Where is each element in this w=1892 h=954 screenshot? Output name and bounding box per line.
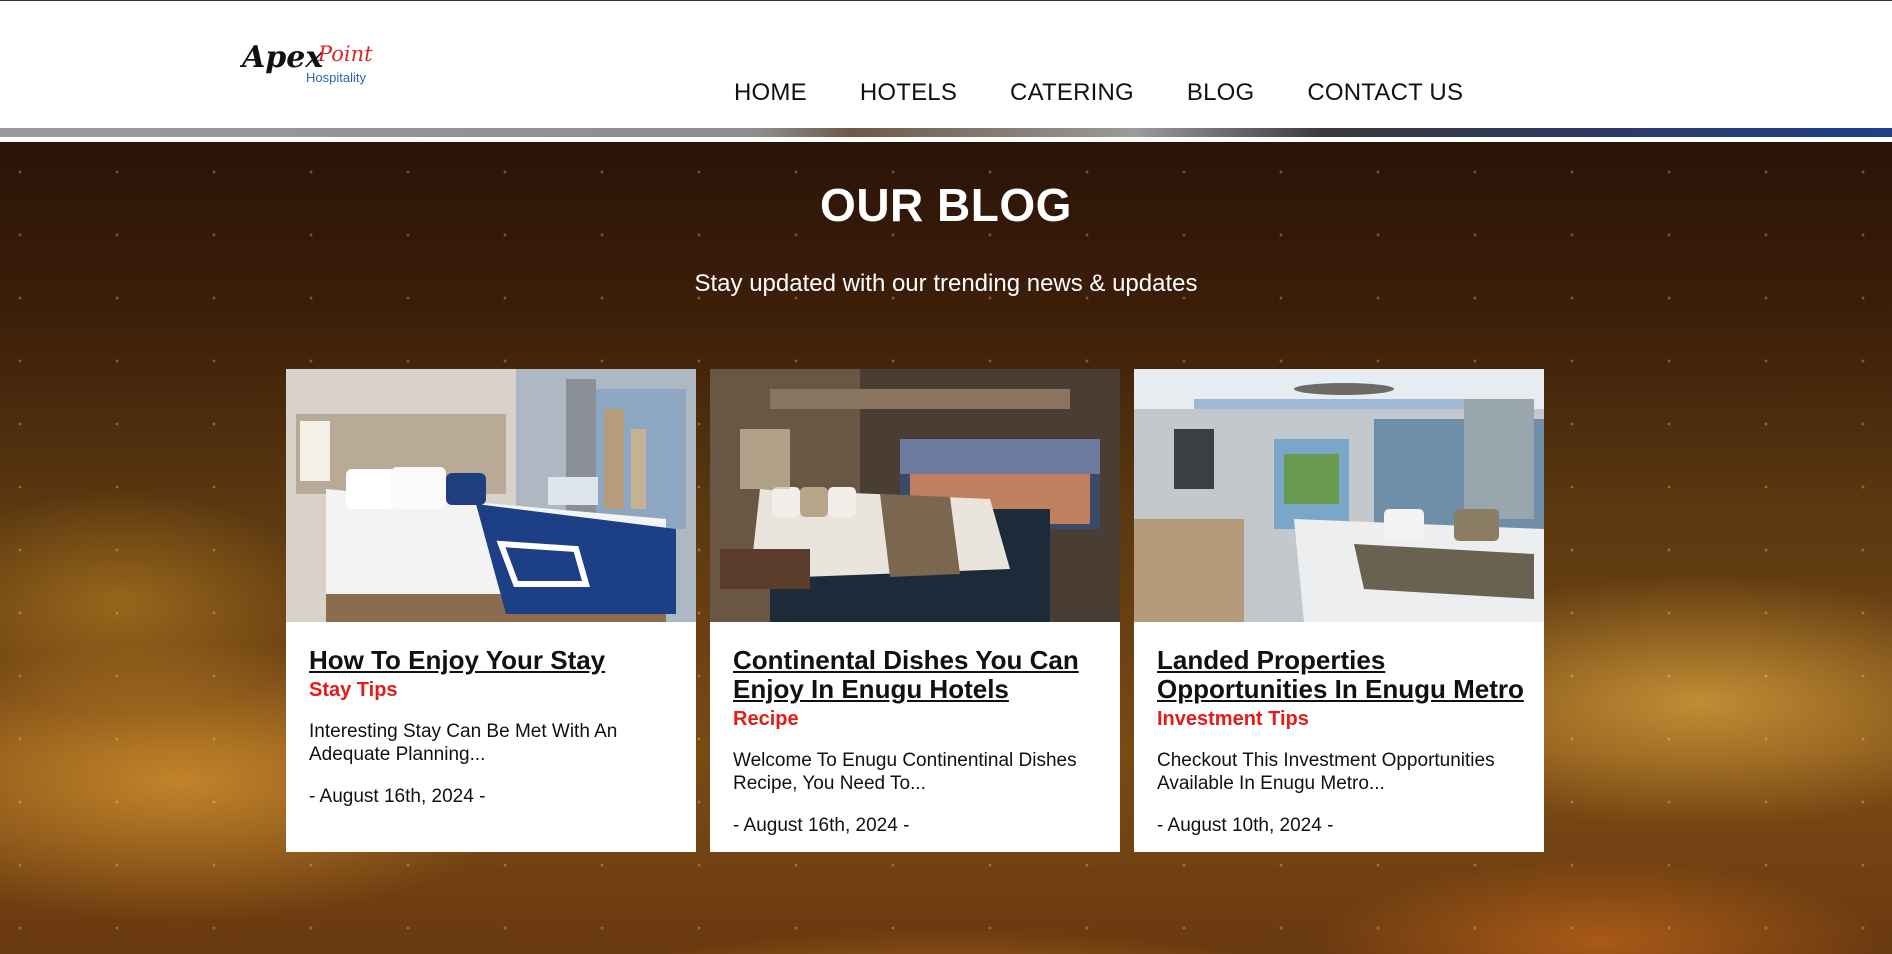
blog-card-excerpt: Interesting Stay Can Be Met With An Adeq… xyxy=(309,721,618,765)
nav-home[interactable]: HOME xyxy=(734,79,807,107)
blog-card-body: How To Enjoy Your Stay Stay Tips Interes… xyxy=(309,646,681,808)
blog-card-excerpt: Checkout This Investment Opportunities A… xyxy=(1157,750,1495,794)
svg-text:Hospitality: Hospitality xyxy=(306,70,366,85)
blog-card-image[interactable] xyxy=(286,369,696,622)
blog-card-body: Continental Dishes You Can Enjoy In Enug… xyxy=(733,646,1105,837)
nav-hotels[interactable]: HOTELS xyxy=(860,79,957,107)
blog-card-title[interactable]: Landed Properties Opportunities In Enugu… xyxy=(1157,646,1529,704)
blog-card-title[interactable]: Continental Dishes You Can Enjoy In Enug… xyxy=(733,646,1105,704)
nav-catering[interactable]: CATERING xyxy=(1010,79,1134,107)
blog-card-title[interactable]: How To Enjoy Your Stay xyxy=(309,646,681,675)
hotel-room-image xyxy=(710,369,1120,622)
svg-text:Point: Point xyxy=(317,42,373,66)
blog-card-body: Landed Properties Opportunities In Enugu… xyxy=(1157,646,1529,837)
hero-image-strip xyxy=(0,128,1892,137)
site-header: Apex Point Hospitality HOME HOTELS CATER… xyxy=(0,0,1892,128)
hotel-room-image xyxy=(1134,369,1544,622)
blog-card-image[interactable] xyxy=(1134,369,1544,622)
main-nav: HOME HOTELS CATERING BLOG CONTACT US xyxy=(734,79,1516,107)
blog-card-category[interactable]: Stay Tips xyxy=(309,679,681,702)
brand-logo[interactable]: Apex Point Hospitality xyxy=(239,35,380,89)
nav-blog[interactable]: BLOG xyxy=(1187,79,1255,107)
blog-card: Landed Properties Opportunities In Enugu… xyxy=(1134,369,1544,852)
nav-contact-us[interactable]: CONTACT US xyxy=(1307,79,1463,107)
blog-card-category[interactable]: Recipe xyxy=(733,708,1105,731)
blog-card-date: - August 10th, 2024 - xyxy=(1157,815,1334,836)
blog-card-excerpt: Welcome To Enugu Continentinal Dishes Re… xyxy=(733,750,1077,794)
blog-card-date: - August 16th, 2024 - xyxy=(309,786,486,807)
blog-card-category[interactable]: Investment Tips xyxy=(1157,708,1529,731)
blog-section: OUR BLOG Stay updated with our trending … xyxy=(0,142,1892,954)
blog-card-image[interactable] xyxy=(710,369,1120,622)
blog-card: How To Enjoy Your Stay Stay Tips Interes… xyxy=(286,369,696,852)
apex-point-logo: Apex Point Hospitality xyxy=(239,40,373,85)
blog-card: Continental Dishes You Can Enjoy In Enug… xyxy=(710,369,1120,852)
hotel-room-image xyxy=(286,369,696,622)
section-subtitle: Stay updated with our trending news & up… xyxy=(694,270,1198,297)
blog-card-date: - August 16th, 2024 - xyxy=(733,815,910,836)
section-title: OUR BLOG xyxy=(820,179,1072,231)
